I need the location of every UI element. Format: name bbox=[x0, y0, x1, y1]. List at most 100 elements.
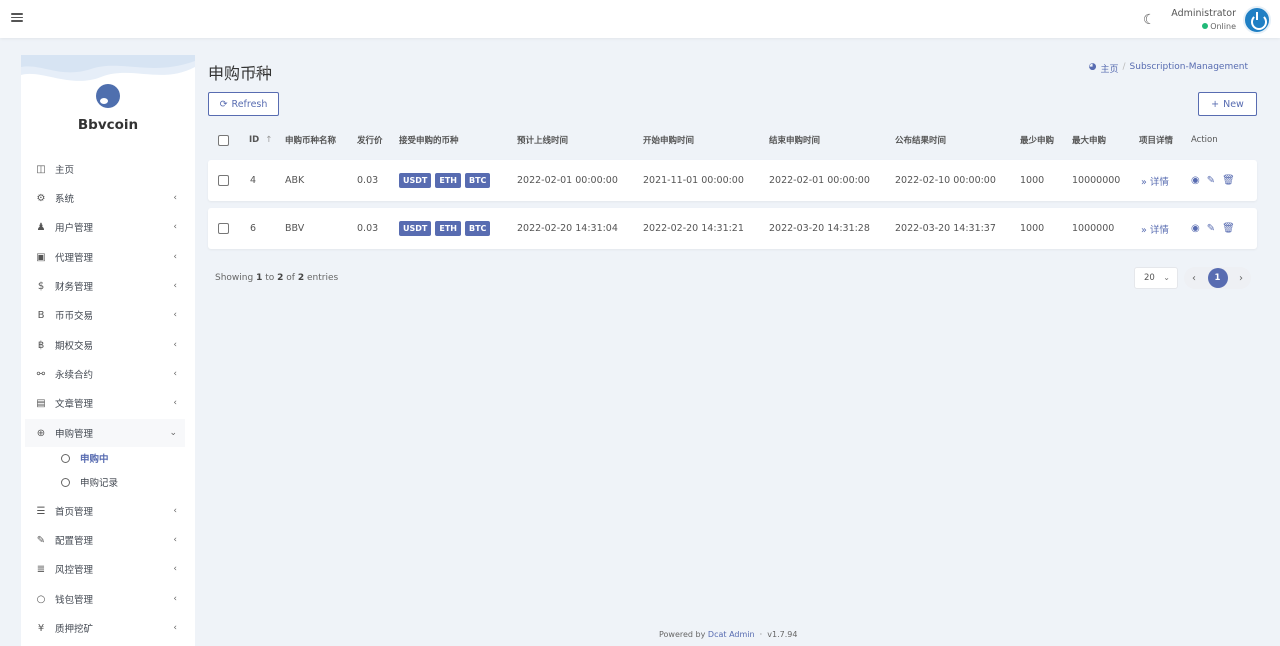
cell-list-time: 2022-02-01 00:00:00 bbox=[517, 175, 618, 186]
eye-icon[interactable]: ◉ bbox=[1191, 223, 1200, 234]
trash-icon[interactable]: 🗑 bbox=[1222, 223, 1235, 234]
sidebar-item-5[interactable]: B 币币交易 ‹ bbox=[25, 301, 185, 329]
sidebar-item-label: 质押挖矿 bbox=[55, 624, 94, 635]
footer-brand-link[interactable]: Dcat Admin bbox=[708, 630, 755, 639]
header-name: 申购币种名称 bbox=[285, 136, 337, 146]
row-checkbox[interactable] bbox=[218, 160, 229, 201]
indent-icon: ≣ bbox=[36, 563, 46, 575]
cell-actions: ◉ ✎ 🗑 bbox=[1191, 160, 1242, 201]
sidebar-item-13[interactable]: ○ 钱包管理 ‹ bbox=[25, 585, 185, 613]
breadcrumb-current[interactable]: Subscription-Management bbox=[1130, 62, 1248, 75]
coin-badge: BTC bbox=[464, 173, 491, 188]
sidebar-item-label: 系统 bbox=[55, 194, 75, 205]
row-checkbox[interactable] bbox=[218, 208, 229, 249]
cell-min: 1000 bbox=[1020, 223, 1045, 234]
next-page-icon[interactable]: › bbox=[1239, 273, 1243, 284]
sidebar-item-1[interactable]: ⚙ 系统 ‹ bbox=[25, 184, 185, 212]
user-name[interactable]: Administrator bbox=[1160, 8, 1236, 19]
sidebar-item-12[interactable]: ≣ 风控管理 ‹ bbox=[25, 555, 185, 583]
refresh-button[interactable]: ⟳ Refresh bbox=[208, 92, 279, 116]
select-all-checkbox[interactable] bbox=[218, 128, 229, 152]
sidebar-item-8[interactable]: ▤ 文章管理 ‹ bbox=[25, 389, 185, 417]
cell-start-time: 2022-02-20 14:31:21 bbox=[643, 223, 744, 234]
chevron-icon: ‹ bbox=[173, 594, 177, 604]
sidebar-item-label: 币币交易 bbox=[55, 311, 94, 322]
brand-name[interactable]: Bbvcoin bbox=[21, 117, 195, 133]
sidebar: Bbvcoin ◫ 主页 ⚙ 系统 ‹ ♟ 用户管理 ‹ ▣ 代理管理 ‹ $ 财务管理 ‹ B 币币交易 ‹ ฿… bbox=[21, 55, 195, 646]
sidebar-subitem-0[interactable]: 申购中 bbox=[57, 447, 177, 469]
header-max: 最大申购 bbox=[1072, 136, 1107, 146]
pagination: ‹ 1 › bbox=[1184, 267, 1251, 289]
bitcoin-icon: ฿ bbox=[37, 339, 45, 351]
bitcoin-b-icon: B bbox=[37, 309, 45, 321]
sidebar-item-0[interactable]: ◫ 主页 bbox=[25, 155, 185, 183]
cell-list-time: 2022-02-20 14:31:04 bbox=[517, 223, 618, 234]
detail-link[interactable]: » 详情 bbox=[1141, 160, 1169, 201]
sidebar-subitem-1[interactable]: 申购记录 bbox=[57, 471, 177, 493]
sidebar-item-label: 首页管理 bbox=[55, 507, 94, 518]
sidebar-item-6[interactable]: ฿ 期权交易 ‹ bbox=[25, 331, 185, 359]
sidebar-item-10[interactable]: ☰ 首页管理 ‹ bbox=[25, 497, 185, 525]
new-button-label: New bbox=[1223, 98, 1244, 110]
online-dot-icon bbox=[1202, 23, 1209, 29]
edit-icon[interactable]: ✎ bbox=[1207, 223, 1215, 234]
page-button-current[interactable]: 1 bbox=[1207, 268, 1228, 288]
sidebar-item-9[interactable]: ⊕ 申购管理 ⌄ bbox=[25, 419, 185, 447]
newspaper-icon: ▤ bbox=[36, 397, 46, 409]
sort-arrow-icon[interactable]: ↑ bbox=[265, 135, 272, 145]
circle-icon: ○ bbox=[36, 593, 46, 605]
sidebar-item-label: 永续合约 bbox=[55, 370, 94, 381]
eye-icon[interactable]: ◉ bbox=[1191, 175, 1200, 186]
sidebar-item-label: 用户管理 bbox=[55, 223, 94, 234]
sidebar-item-7[interactable]: ⚯ 永续合约 ‹ bbox=[25, 360, 185, 388]
per-page-select[interactable]: 20 ⌄ bbox=[1134, 267, 1178, 289]
prev-page-icon[interactable]: ‹ bbox=[1192, 273, 1196, 284]
sidebar-item-3[interactable]: ▣ 代理管理 ‹ bbox=[25, 243, 185, 271]
new-button[interactable]: + New bbox=[1198, 92, 1257, 116]
header-result-time: 公布结果时间 bbox=[895, 136, 947, 146]
sidebar-subitem-label: 申购中 bbox=[80, 454, 109, 465]
detail-link[interactable]: » 详情 bbox=[1141, 208, 1169, 249]
trash-icon[interactable]: 🗑 bbox=[1222, 175, 1235, 186]
brand-logo[interactable] bbox=[96, 84, 120, 108]
dark-mode-icon[interactable]: ☾ bbox=[1143, 12, 1159, 28]
avatar[interactable] bbox=[1243, 6, 1271, 34]
per-page-value: 20 bbox=[1144, 273, 1155, 283]
dollar-icon: $ bbox=[37, 280, 45, 292]
sidebar-item-2[interactable]: ♟ 用户管理 ‹ bbox=[25, 213, 185, 241]
cell-max: 10000000 bbox=[1072, 175, 1121, 186]
cell-id: 4 bbox=[250, 175, 257, 186]
sidebar-item-4[interactable]: $ 财务管理 ‹ bbox=[25, 272, 185, 300]
coin-badge: USDT bbox=[399, 173, 432, 188]
cell-price: 0.03 bbox=[357, 223, 379, 234]
user-status: Online bbox=[1160, 22, 1236, 31]
menu-toggle-icon[interactable] bbox=[11, 11, 23, 25]
header-start-time: 开始申购时间 bbox=[643, 136, 695, 146]
header-action: Action bbox=[1191, 135, 1218, 145]
table-row[interactable]: 6 BBV 0.03 USDT ETH BTC 2022-02-20 14:31:04 202… bbox=[208, 208, 1257, 249]
circle-icon bbox=[61, 453, 70, 463]
sidebar-subitem-label: 申购记录 bbox=[80, 478, 119, 489]
list-icon: ☰ bbox=[36, 505, 46, 517]
sidebar-item-label: 主页 bbox=[55, 165, 75, 176]
header-end-time: 结束申购时间 bbox=[769, 136, 821, 146]
edit-icon[interactable]: ✎ bbox=[1207, 175, 1215, 186]
sidebar-item-label: 文章管理 bbox=[55, 399, 94, 410]
chevron-down-icon: ⌄ bbox=[1163, 273, 1170, 282]
chevron-icon: ‹ bbox=[173, 193, 177, 203]
yen-icon: ¥ bbox=[37, 622, 45, 634]
chevron-icon: ⌄ bbox=[169, 428, 177, 438]
cell-coins: USDT ETH BTC bbox=[399, 160, 494, 201]
sidebar-item-11[interactable]: ✎ 配置管理 ‹ bbox=[25, 526, 185, 554]
header-min: 最少申购 bbox=[1020, 136, 1055, 146]
gear-icon: ⚙ bbox=[36, 192, 46, 204]
table-row[interactable]: 4 ABK 0.03 USDT ETH BTC 2022-02-01 00:00:00 202… bbox=[208, 160, 1257, 201]
cell-coins: USDT ETH BTC bbox=[399, 208, 494, 249]
breadcrumb-home[interactable]: 主页 bbox=[1100, 62, 1118, 75]
cell-price: 0.03 bbox=[357, 175, 379, 186]
sidebar-item-14[interactable]: ¥ 质押挖矿 ‹ bbox=[25, 614, 185, 642]
sidebar-item-label: 配置管理 bbox=[55, 536, 94, 547]
cell-result-time: 2022-02-10 00:00:00 bbox=[895, 175, 996, 186]
chevron-icon: ‹ bbox=[173, 252, 177, 262]
header-id[interactable]: ID ↑ bbox=[249, 128, 272, 152]
